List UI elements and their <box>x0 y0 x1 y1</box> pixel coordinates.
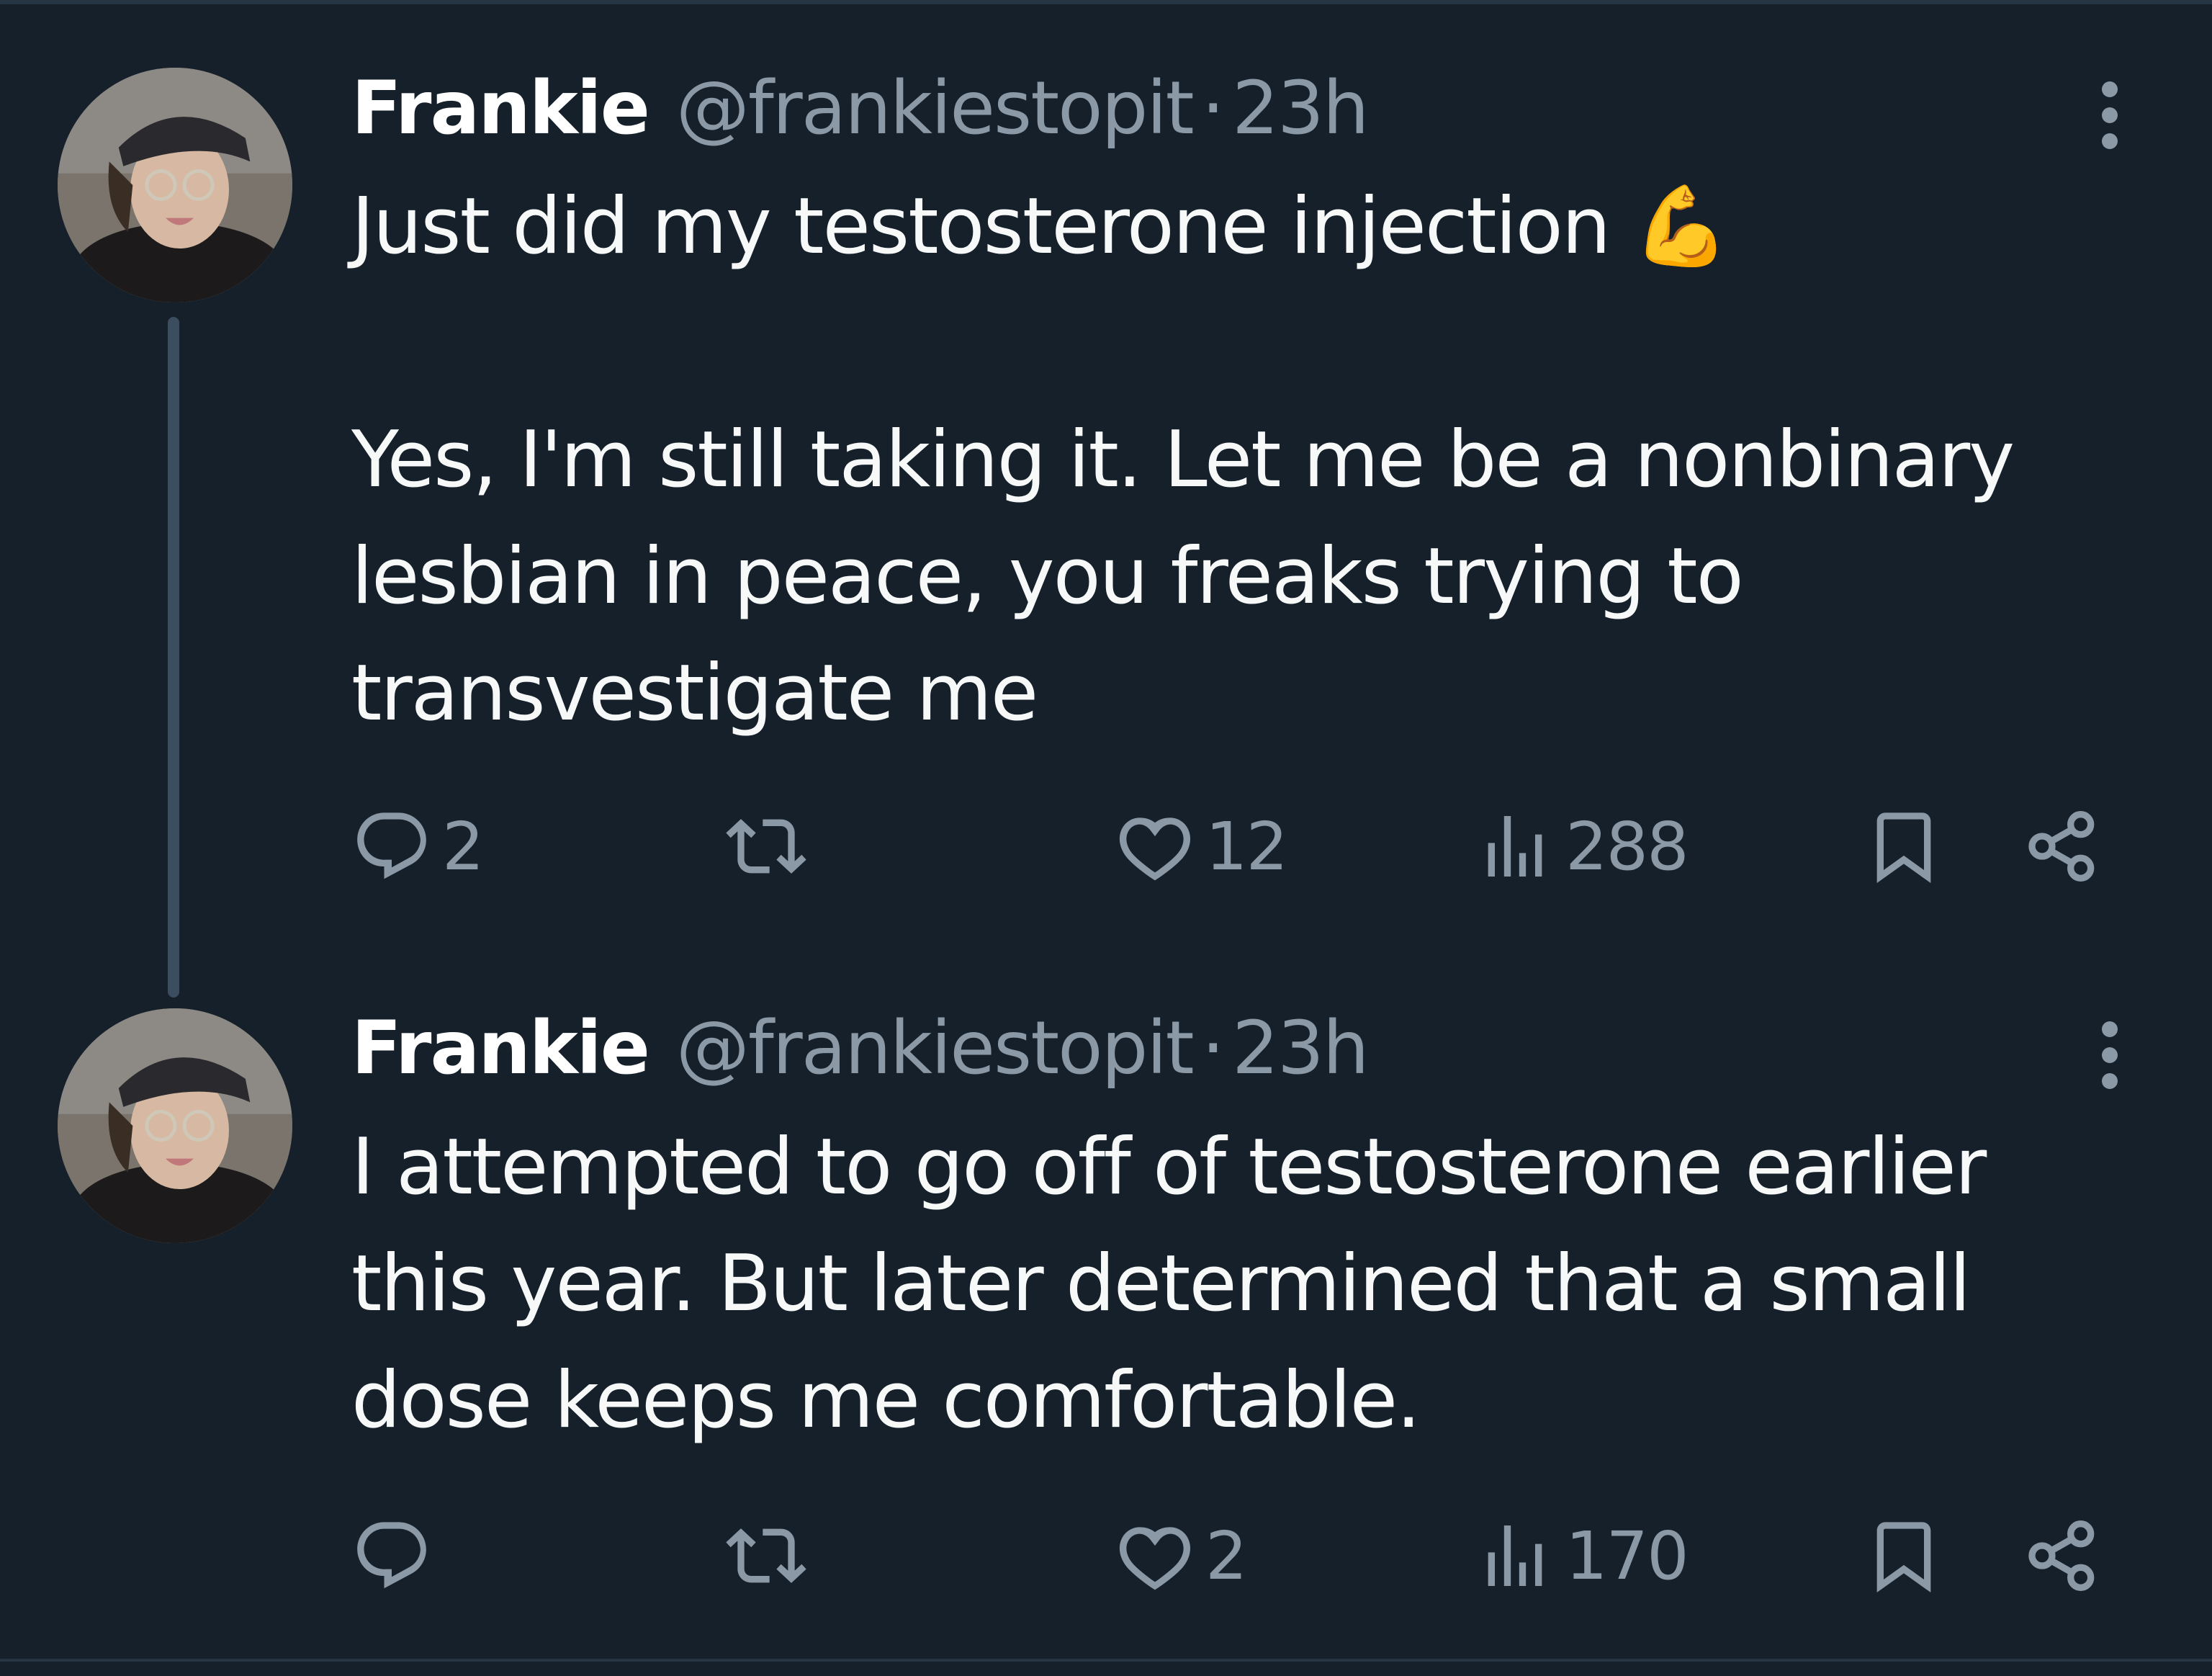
like-count: 12 <box>1205 807 1288 885</box>
bookmark-button[interactable] <box>1863 1509 1944 1603</box>
views-icon <box>1488 1525 1542 1586</box>
bookmark-icon <box>1876 812 1931 884</box>
author-name[interactable]: Frankie <box>351 1005 650 1091</box>
views-button[interactable]: 170 <box>1475 1509 1689 1603</box>
share-icon <box>2028 1520 2095 1591</box>
views-button[interactable]: 288 <box>1475 799 1689 893</box>
reply-button[interactable]: 2 <box>351 799 485 893</box>
like-button[interactable]: 12 <box>1115 799 1288 893</box>
avatar[interactable] <box>58 1008 292 1243</box>
tweet-text: I attempted to go off of testosterone ea… <box>351 1122 2009 1446</box>
more-options-icon[interactable] <box>2088 1012 2131 1098</box>
reply-icon <box>357 1522 426 1589</box>
retweet-button[interactable] <box>726 1509 817 1603</box>
tweet-thread: Frankie @frankiestopit · 23h Just did my… <box>0 0 2212 1676</box>
reply-count: 2 <box>442 807 485 885</box>
retweet-icon <box>726 819 806 874</box>
reply-icon <box>357 812 426 879</box>
like-icon <box>1119 817 1191 881</box>
retweet-button[interactable] <box>726 799 817 893</box>
bookmark-button[interactable] <box>1863 799 1944 893</box>
views-icon <box>1488 816 1542 877</box>
tweet-2[interactable]: Frankie @frankiestopit · 23h I attempted… <box>0 0 2212 1595</box>
header-separator: · <box>1201 1005 1225 1091</box>
views-count: 288 <box>1565 807 1689 885</box>
reply-button[interactable] <box>351 1509 442 1603</box>
bookmark-icon <box>1876 1522 1931 1593</box>
author-handle[interactable]: @frankiestopit <box>676 1005 1195 1091</box>
bottom-divider <box>0 1659 2212 1662</box>
tweet-actions: 2 170 <box>351 1509 2108 1603</box>
timestamp[interactable]: 23h <box>1232 1005 1369 1091</box>
like-icon <box>1119 1527 1191 1590</box>
retweet-icon <box>726 1528 806 1583</box>
share-button[interactable] <box>2022 1509 2103 1603</box>
tweet-header: Frankie @frankiestopit · 23h <box>351 1005 1370 1091</box>
share-icon <box>2028 811 2095 882</box>
like-button[interactable]: 2 <box>1115 1509 1248 1603</box>
share-button[interactable] <box>2022 799 2103 893</box>
like-count: 2 <box>1205 1517 1248 1595</box>
avatar-image <box>58 1008 292 1243</box>
tweet-actions: 2 12 288 <box>351 799 2108 893</box>
views-count: 170 <box>1565 1517 1689 1595</box>
